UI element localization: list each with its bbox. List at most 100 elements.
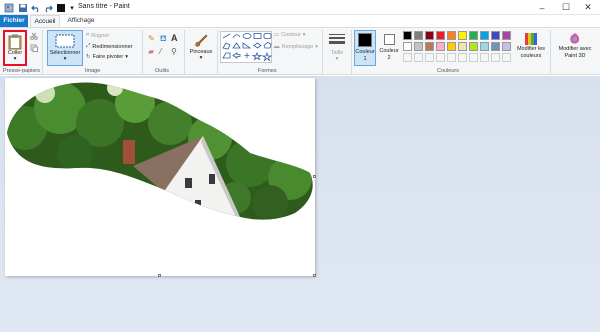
pasted-photo-image: [7, 82, 313, 220]
paint3d-button[interactable]: Modifier avec Paint 3D: [553, 30, 597, 68]
customize-toolbar-chevron-icon[interactable]: ▾: [68, 2, 76, 13]
color-swatch[interactable]: [480, 31, 489, 40]
paste-button[interactable]: Coller ▾: [3, 30, 27, 66]
brushes-button[interactable]: Pinceaux ▾: [188, 30, 214, 66]
redo-icon[interactable]: [43, 2, 53, 13]
edit-colors-label: Modifier les couleurs: [516, 46, 546, 59]
color-swatch[interactable]: [403, 42, 412, 51]
edit-colors-button[interactable]: Modifier les couleurs: [514, 30, 548, 68]
empty-color-slot[interactable]: [436, 53, 445, 62]
empty-color-slot[interactable]: [403, 53, 412, 62]
color-swatch[interactable]: [447, 42, 456, 51]
shapes-gallery[interactable]: [220, 31, 273, 63]
minimize-button[interactable]: –: [530, 1, 554, 14]
fill-button[interactable]: ▬ Remplissage ▾: [274, 44, 318, 50]
tab-view[interactable]: Affichage: [62, 15, 100, 27]
brushes-dropdown-icon: ▾: [199, 55, 203, 61]
empty-color-slot[interactable]: [502, 53, 511, 62]
color-swatch[interactable]: [491, 31, 500, 40]
text-icon[interactable]: A: [171, 33, 178, 43]
eraser-icon[interactable]: ▰: [148, 47, 154, 56]
crop-button[interactable]: ⌗ Rogner: [86, 32, 109, 39]
empty-color-slot[interactable]: [414, 53, 423, 62]
size-dropdown-icon: ▾: [335, 56, 339, 62]
size-button[interactable]: Taille ▾: [326, 30, 348, 66]
color-swatch[interactable]: [414, 42, 423, 51]
rotate-dropdown-icon: ▾: [125, 54, 128, 60]
color-swatch[interactable]: [458, 42, 467, 51]
fill-icon: ▬: [274, 44, 280, 50]
color-swatch[interactable]: [502, 42, 511, 51]
separator: [42, 30, 43, 74]
select-dropdown-icon: ▾: [63, 56, 67, 62]
undo-icon[interactable]: [31, 2, 41, 13]
cut-icon[interactable]: [30, 32, 38, 40]
separator: [550, 30, 551, 74]
empty-color-slot[interactable]: [480, 53, 489, 62]
color-swatch[interactable]: [502, 31, 511, 40]
maximize-button[interactable]: ☐: [554, 1, 578, 14]
close-button[interactable]: ✕: [576, 1, 600, 14]
window-title: Sans titre - Paint: [78, 3, 130, 10]
group-label-clipboard: Presse-papiers: [3, 68, 40, 74]
outline-button[interactable]: ▭ Contour ▾: [274, 32, 306, 38]
color-swatch[interactable]: [414, 31, 423, 40]
save-icon[interactable]: [18, 2, 28, 13]
color-swatch[interactable]: [469, 42, 478, 51]
rotate-label: Faire pivoter: [92, 54, 124, 60]
color-swatch[interactable]: [403, 31, 412, 40]
outline-dropdown-icon: ▾: [302, 32, 306, 38]
color-swatch[interactable]: [436, 42, 445, 51]
color-swatch[interactable]: [425, 42, 434, 51]
color-swatch[interactable]: [491, 42, 500, 51]
select-button[interactable]: Sélectionner ▾: [47, 30, 83, 66]
copy-icon[interactable]: [30, 44, 38, 52]
color1-button[interactable]: Couleur 1: [354, 30, 376, 66]
empty-color-slot[interactable]: [469, 53, 478, 62]
empty-color-slot[interactable]: [425, 53, 434, 62]
separator: [351, 30, 352, 74]
color-swatch[interactable]: [436, 31, 445, 40]
empty-color-slot[interactable]: [458, 53, 467, 62]
drawing-canvas[interactable]: [5, 78, 316, 277]
shapes-gallery-icon: [222, 33, 273, 62]
color2-swatch: [383, 34, 395, 45]
color-swatch[interactable]: [458, 31, 467, 40]
color-swatch[interactable]: [447, 31, 456, 40]
outline-label: Contour: [281, 32, 301, 38]
resize-handle-corner[interactable]: [313, 274, 316, 277]
color2-button[interactable]: Couleur 2: [378, 30, 400, 66]
tab-home[interactable]: Accueil: [30, 15, 60, 27]
separator: [322, 30, 323, 74]
tab-file[interactable]: Fichier: [0, 15, 28, 27]
clipboard-icon: [8, 34, 22, 50]
fill-bucket-icon[interactable]: ⛾: [160, 34, 167, 44]
crop-label: Rogner: [91, 32, 110, 39]
empty-color-slot[interactable]: [491, 53, 500, 62]
color-swatch[interactable]: [469, 31, 478, 40]
empty-color-slot[interactable]: [447, 53, 456, 62]
color-square-icon[interactable]: [56, 2, 66, 13]
resize-label: Redimensionner: [92, 43, 133, 50]
magnifier-icon[interactable]: ⚲: [171, 47, 177, 56]
resize-button[interactable]: ⤢ Redimensionner: [86, 43, 132, 50]
pencil-icon[interactable]: ✎: [148, 34, 155, 43]
paint3d-label: Modifier avec Paint 3D: [558, 46, 592, 59]
resize-handle-right[interactable]: [313, 175, 316, 178]
color-swatch[interactable]: [480, 42, 489, 51]
color-picker-icon[interactable]: ⁄: [160, 47, 161, 56]
fill-label: Remplissage: [281, 44, 314, 50]
ribbon-tabs: Fichier Accueil Affichage: [0, 15, 600, 27]
canvas-workspace: [0, 76, 600, 332]
resize-handle-bottom[interactable]: [158, 274, 161, 277]
separator: [142, 30, 143, 74]
rotate-icon: ↻: [86, 54, 91, 60]
separator: [217, 30, 218, 74]
color-swatch[interactable]: [425, 31, 434, 40]
rotate-button[interactable]: ↻ Faire pivoter ▾: [86, 54, 128, 60]
color-wheel-icon: [525, 33, 537, 45]
paint3d-icon: [570, 33, 580, 44]
group-label-shapes: Formes: [258, 68, 277, 74]
ribbon: Coller ▾ Presse-papiers Sélectionner ▾ ⌗…: [0, 27, 600, 75]
group-label-tools: Outils: [155, 68, 170, 74]
